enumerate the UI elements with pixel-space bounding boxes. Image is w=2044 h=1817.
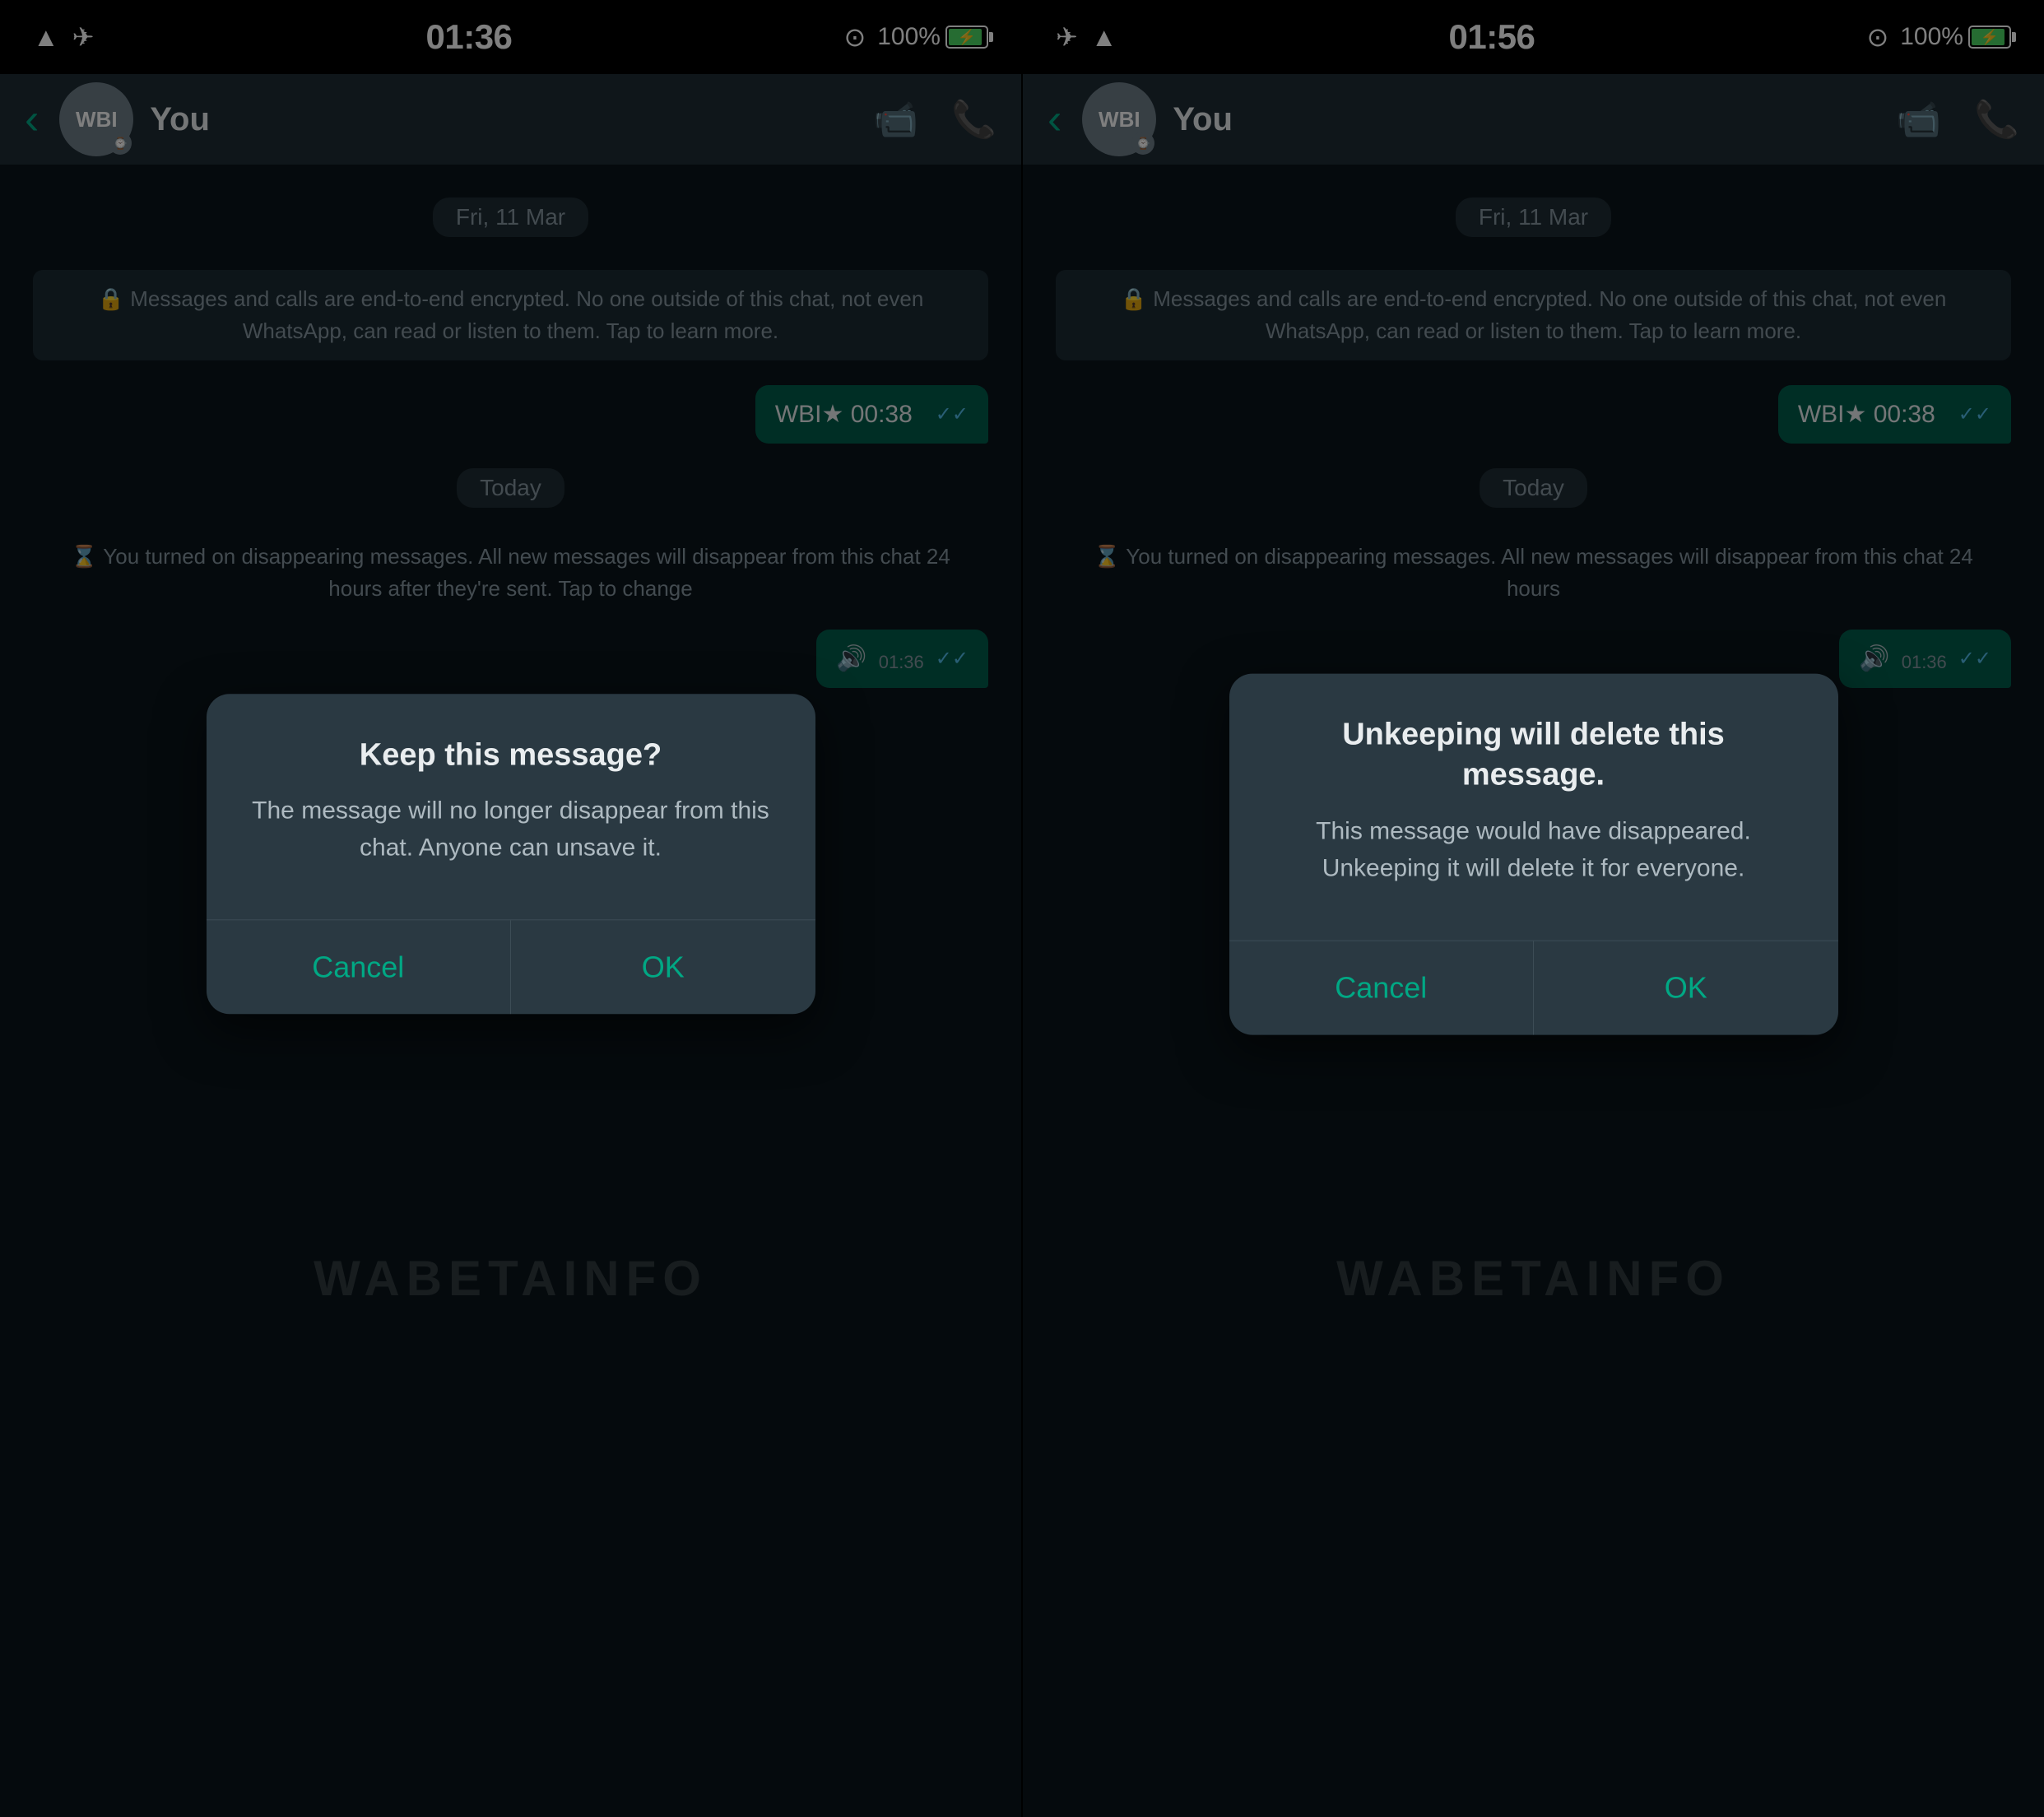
- screen-2: ✈ ▲ 01:56 ⊙ 100% ⚡ ‹: [1023, 0, 2044, 1817]
- screen-1: ▲ ✈ 01:36 ⊙ 100% ⚡ ‹: [0, 0, 1021, 1817]
- dialog-cancel-2[interactable]: Cancel: [1229, 941, 1535, 1034]
- dialog-ok-2[interactable]: OK: [1534, 941, 1838, 1034]
- dialog-actions-2: Cancel OK: [1229, 940, 1838, 1034]
- dialog-ok-1[interactable]: OK: [511, 920, 815, 1014]
- dialog-1: Keep this message? The message will no l…: [207, 694, 815, 1014]
- dialog-title-1: Keep this message?: [248, 735, 774, 775]
- dialog-actions-1: Cancel OK: [207, 919, 815, 1014]
- dialog-2: Unkeeping will delete this message. This…: [1229, 673, 1838, 1034]
- dialog-title-2: Unkeeping will delete this message.: [1271, 714, 1797, 796]
- dialog-message-1: The message will no longer disappear fro…: [248, 792, 774, 866]
- dialog-body-2: Unkeeping will delete this message. This…: [1229, 673, 1838, 915]
- dialog-body-1: Keep this message? The message will no l…: [207, 694, 815, 895]
- dialog-message-2: This message would have disappeared. Unk…: [1271, 812, 1797, 886]
- dialog-cancel-1[interactable]: Cancel: [207, 920, 512, 1014]
